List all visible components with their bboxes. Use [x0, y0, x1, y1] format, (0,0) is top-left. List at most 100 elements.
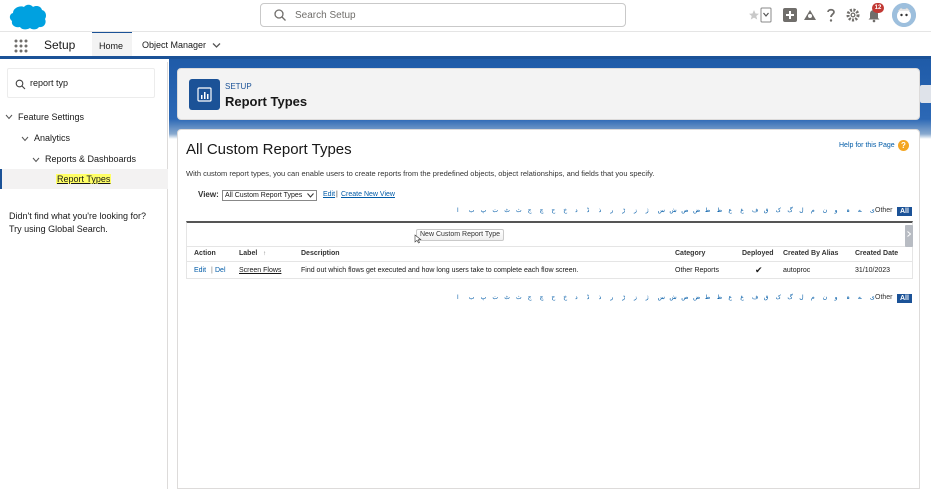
alpha-filter-letter[interactable]: ڈ	[587, 294, 590, 301]
alpha-filter-letter[interactable]: ض	[693, 207, 700, 214]
quick-find-box[interactable]	[7, 68, 155, 98]
alpha-filter-letter[interactable]: گ	[787, 207, 792, 214]
alpha-filter-letter[interactable]: ح	[551, 207, 555, 214]
help-for-page-link[interactable]: Help for this Page	[839, 142, 895, 149]
alpha-filter-letter[interactable]: و	[835, 294, 838, 301]
alpha-filter-letter[interactable]: و	[835, 207, 838, 214]
col-deployed[interactable]: Deployed	[742, 250, 774, 257]
alpha-filter-letter[interactable]: ظ	[717, 294, 723, 301]
tree-item-reports-dashboards[interactable]: Reports & Dashboards	[45, 154, 136, 164]
user-avatar[interactable]	[892, 3, 916, 27]
alpha-filter-letter[interactable]: ک	[776, 207, 781, 214]
trailhead-icon[interactable]	[802, 7, 818, 23]
alpha-filter-letter[interactable]: س	[658, 207, 665, 214]
alpha-filter-letter[interactable]: ذ	[599, 294, 602, 301]
alpha-filter-letter[interactable]: ت	[492, 294, 498, 301]
alpha-filter-letter[interactable]: ث	[516, 207, 522, 214]
view-edit-link[interactable]: Edit	[323, 191, 335, 198]
chevron-down-icon[interactable]	[212, 42, 221, 49]
alpha-filter-letter[interactable]: م	[811, 294, 815, 301]
alpha-filter-letter[interactable]: غ	[740, 207, 744, 214]
alpha-filter-letter[interactable]: ژ	[646, 207, 649, 214]
alpha-filter-letter[interactable]: ص	[681, 207, 688, 214]
alpha-filter-letter[interactable]: ط	[705, 294, 711, 301]
alpha-filter-letter[interactable]: ب	[469, 207, 475, 214]
alpha-filter-letter[interactable]: خ	[563, 207, 567, 214]
alpha-filter-all[interactable]: All	[897, 207, 912, 216]
alpha-filter-letter[interactable]: ت	[492, 207, 498, 214]
col-description[interactable]: Description	[301, 250, 340, 257]
alpha-filter-letter[interactable]: ہ	[846, 294, 850, 301]
alpha-filter-letter[interactable]: ل	[799, 294, 803, 301]
alpha-filter-letter[interactable]: ی	[870, 207, 875, 214]
alpha-filter-letter[interactable]: ن	[823, 207, 827, 214]
alpha-filter-letter[interactable]: خ	[563, 294, 567, 301]
alpha-filter-letter[interactable]: ف	[752, 294, 758, 301]
sort-ascending-icon[interactable]: ↑	[263, 251, 266, 257]
alpha-filter-letter[interactable]: ح	[551, 294, 555, 301]
alpha-filter-letter[interactable]: ع	[728, 294, 732, 301]
view-select[interactable]: All Custom Report Types	[222, 190, 317, 201]
tree-item-feature-settings[interactable]: Feature Settings	[18, 112, 84, 122]
create-new-view-link[interactable]: Create New View	[341, 191, 395, 198]
col-created-by[interactable]: Created By Alias	[783, 250, 838, 257]
alpha-filter-letter[interactable]: ظ	[717, 207, 723, 214]
help-icon[interactable]	[823, 7, 839, 23]
chevron-down-icon[interactable]	[5, 114, 13, 120]
alpha-filter-other[interactable]: Other	[875, 207, 893, 214]
global-actions-icon[interactable]	[782, 7, 798, 23]
alpha-filter-letter[interactable]: م	[811, 207, 815, 214]
gear-icon[interactable]	[845, 7, 861, 23]
app-launcher-icon[interactable]	[14, 39, 28, 53]
new-custom-report-type-button[interactable]: New Custom Report Type	[416, 229, 505, 241]
alpha-filter-letter[interactable]: ر	[610, 207, 613, 214]
alpha-filter-letter[interactable]: ز	[634, 207, 637, 214]
alpha-filter-other[interactable]: Other	[875, 294, 893, 301]
col-category[interactable]: Category	[675, 250, 705, 257]
row-label-link[interactable]: Screen Flows	[239, 267, 281, 274]
alpha-filter-letter[interactable]: ج	[528, 294, 532, 301]
alpha-filter-letter[interactable]: ن	[823, 294, 827, 301]
tree-item-analytics[interactable]: Analytics	[34, 133, 70, 143]
alpha-filter-letter[interactable]: گ	[787, 294, 792, 301]
alpha-filter-letter[interactable]: ذ	[599, 207, 602, 214]
quick-find-input[interactable]	[30, 76, 150, 90]
alpha-filter-letter[interactable]: ے	[858, 294, 862, 301]
alpha-filter-letter[interactable]: ا	[457, 294, 459, 301]
tab-home[interactable]: Home	[92, 32, 132, 59]
alpha-filter-letter[interactable]: س	[658, 294, 665, 301]
alpha-filter-letter[interactable]: ج	[528, 207, 532, 214]
alpha-filter-letter[interactable]: ے	[858, 207, 862, 214]
alpha-filter-letter[interactable]: د	[575, 294, 578, 301]
row-del-link[interactable]: Del	[215, 267, 226, 274]
alpha-filter-letter[interactable]: ص	[681, 294, 688, 301]
col-label[interactable]: Label	[239, 250, 257, 257]
alpha-filter-letter[interactable]: ض	[693, 294, 700, 301]
alpha-filter-letter[interactable]: ڑ	[622, 207, 625, 214]
chevron-down-icon[interactable]	[21, 136, 29, 142]
alpha-filter-letter[interactable]: ہ	[846, 207, 850, 214]
col-created-date[interactable]: Created Date	[855, 250, 898, 257]
alpha-filter-letter[interactable]: ر	[610, 294, 613, 301]
side-panel-handle[interactable]	[920, 85, 931, 103]
alpha-filter-letter[interactable]: ش	[669, 207, 676, 214]
alpha-filter-letter[interactable]: ا	[457, 207, 459, 214]
alpha-filter-letter[interactable]: چ	[540, 294, 544, 301]
alpha-filter-letter[interactable]: ش	[669, 294, 676, 301]
alpha-filter-letter[interactable]: ڑ	[622, 294, 625, 301]
global-search-input[interactable]	[295, 7, 615, 23]
alpha-filter-letter[interactable]: ژ	[646, 294, 649, 301]
salesforce-logo-icon[interactable]	[8, 3, 48, 30]
alpha-filter-letter[interactable]: ی	[870, 294, 875, 301]
alpha-filter-letter[interactable]: پ	[481, 294, 487, 301]
favorites-star-icon[interactable]	[748, 7, 772, 23]
alpha-filter-letter[interactable]: ق	[764, 294, 769, 301]
tree-item-report-types[interactable]: Report Types	[56, 174, 112, 184]
alpha-filter-letter[interactable]: ٹ	[504, 207, 510, 214]
alpha-filter-letter[interactable]: ک	[776, 294, 781, 301]
alpha-filter-letter[interactable]: ل	[799, 207, 803, 214]
row-edit-link[interactable]: Edit	[194, 267, 206, 274]
alpha-filter-letter[interactable]: ث	[516, 294, 522, 301]
alpha-filter-letter[interactable]: پ	[481, 207, 487, 214]
global-search-box[interactable]	[260, 3, 626, 27]
